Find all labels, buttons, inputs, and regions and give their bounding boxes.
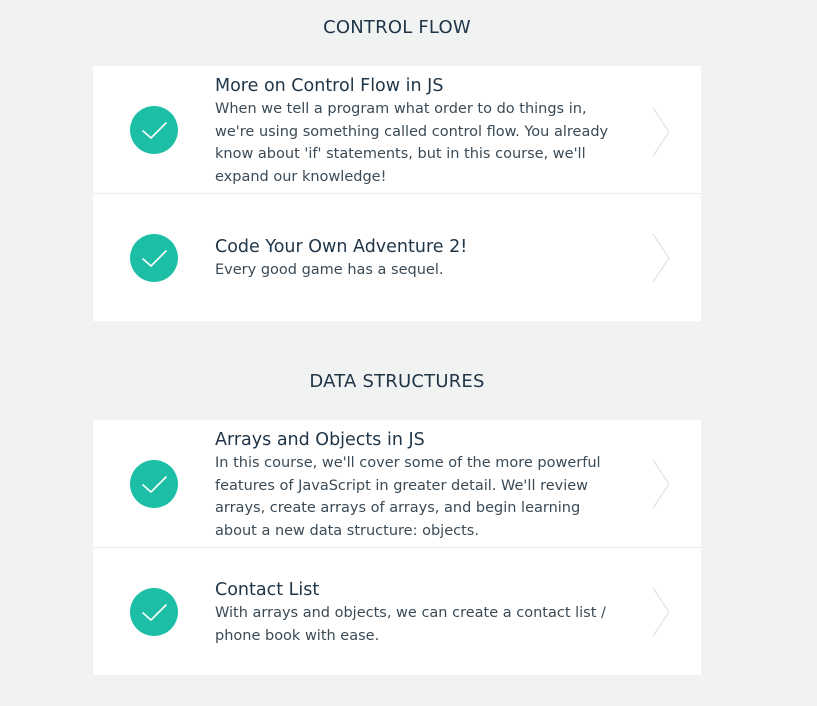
completed-check-icon bbox=[130, 234, 178, 282]
course-item-code-your-own-adventure-2[interactable]: Code Your Own Adventure 2! Every good ga… bbox=[93, 193, 701, 321]
completed-check-icon bbox=[130, 460, 178, 508]
completed-check-icon bbox=[130, 106, 178, 154]
course-item-arrays-and-objects[interactable]: Arrays and Objects in JS In this course,… bbox=[93, 420, 701, 547]
chevron-right-icon[interactable] bbox=[649, 232, 673, 284]
course-title: Code Your Own Adventure 2! bbox=[215, 237, 468, 257]
course-item-contact-list[interactable]: Contact List With arrays and objects, we… bbox=[93, 547, 701, 675]
section-title-control-flow: CONTROL FLOW bbox=[323, 17, 471, 38]
chevron-right-icon[interactable] bbox=[649, 106, 673, 158]
completed-check-icon bbox=[130, 588, 178, 636]
chevron-right-icon[interactable] bbox=[649, 586, 673, 638]
section-title-data-structures: DATA STRUCTURES bbox=[309, 371, 485, 392]
course-list-data-structures: Arrays and Objects in JS In this course,… bbox=[93, 420, 701, 675]
course-title: More on Control Flow in JS bbox=[215, 76, 444, 96]
course-item-control-flow-js[interactable]: More on Control Flow in JS When we tell … bbox=[93, 66, 701, 193]
course-description: When we tell a program what order to do … bbox=[215, 101, 609, 185]
course-description: Every good game has a sequel. bbox=[215, 262, 444, 278]
course-title: Arrays and Objects in JS bbox=[215, 430, 425, 450]
chevron-right-icon[interactable] bbox=[649, 458, 673, 510]
course-title: Contact List bbox=[215, 580, 320, 600]
course-description: In this course, we'll cover some of the … bbox=[215, 455, 601, 539]
course-list-control-flow: More on Control Flow in JS When we tell … bbox=[93, 66, 701, 321]
course-description: With arrays and objects, we can create a… bbox=[215, 605, 606, 644]
